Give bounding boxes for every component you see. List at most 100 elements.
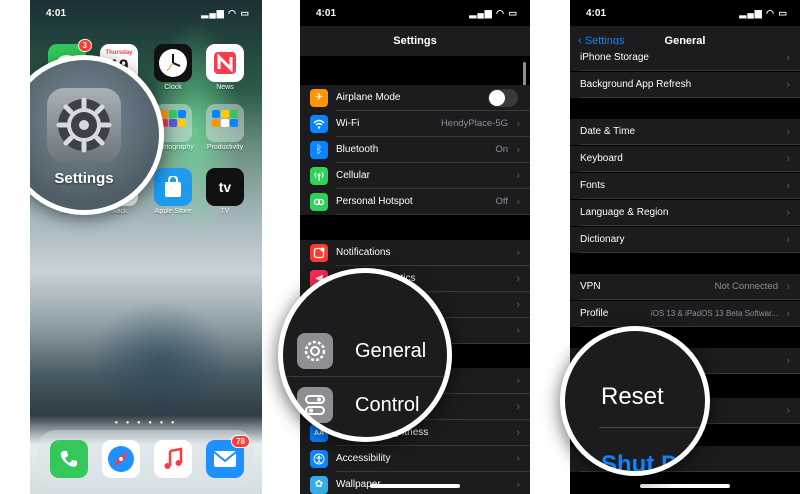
vpn-status-value: Not Connected [714, 281, 778, 292]
general-row-background-app-refresh[interactable]: Background App Refresh › [570, 72, 800, 98]
chevron-right-icon: › [516, 479, 520, 491]
phone-icon [50, 440, 88, 478]
chevron-right-icon: › [786, 180, 790, 192]
chevron-right-icon: › [516, 196, 520, 208]
airplane-icon: ✈ [310, 89, 328, 107]
apple-store-label: Apple Store [154, 208, 192, 215]
row-label: Date & Time [580, 126, 636, 137]
settings-row-notifications[interactable]: Notifications › [300, 240, 530, 266]
chevron-right-icon: › [516, 247, 520, 259]
home-indicator[interactable] [640, 484, 730, 488]
general-row-date-time[interactable]: Date & Time › [570, 119, 800, 145]
chevron-right-icon: › [516, 170, 520, 182]
chevron-right-icon: › [516, 401, 520, 413]
settings-gear-icon [47, 88, 121, 162]
music-note-icon [154, 440, 192, 478]
zoom-label-control: Control [355, 394, 420, 416]
zoom-label-reset: Reset [601, 383, 664, 410]
safari-app[interactable] [102, 440, 140, 478]
general-zoom-callout[interactable]: General Control [278, 268, 452, 442]
zoom-row-control-center[interactable]: Control [283, 379, 447, 431]
chevron-right-icon: › [516, 144, 520, 156]
zoom-label-general: General [355, 340, 427, 362]
river-wallpaper [90, 300, 230, 420]
clock-app[interactable]: Clock [154, 44, 192, 91]
general-row-dictionary[interactable]: Dictionary › [570, 227, 800, 253]
tv-icon: tv [206, 168, 244, 206]
wifi-network-value: HendyPlace-5G [440, 118, 508, 129]
tv-app[interactable]: tv TV [206, 168, 244, 215]
switches-icon [297, 387, 333, 423]
clock-label: Clock [164, 84, 182, 91]
settings-row-personal-hotspot[interactable]: Personal Hotspot Off › [300, 189, 530, 215]
cellular-icon [310, 167, 328, 185]
tv-label: TV [220, 208, 230, 215]
news-label: News [216, 84, 234, 91]
row-label: Wi-Fi [336, 118, 360, 129]
status-bar: 4:01 ▂▄▆ ◠ ▭ [30, 8, 262, 22]
reset-zoom-callout[interactable]: Reset Shut D [560, 326, 710, 476]
chevron-right-icon: › [516, 299, 520, 311]
row-label: Background App Refresh [580, 79, 692, 90]
news-icon [206, 44, 244, 82]
chevron-right-icon: › [786, 52, 790, 64]
row-label: Dictionary [580, 234, 625, 245]
nav-bar: Settings [300, 26, 530, 56]
mail-badge: 78 [231, 435, 250, 448]
status-bar: 4:01 ▂▄▆ ◠ ▭ [300, 8, 530, 22]
general-row-vpn[interactable]: VPN Not Connected › [570, 274, 800, 300]
chevron-right-icon: › [786, 126, 790, 138]
general-row-profile[interactable]: Profile iOS 13 & iPadOS 13 Beta Softwar.… [570, 301, 800, 327]
status-time: 4:01 [586, 8, 607, 19]
general-row-fonts[interactable]: Fonts › [570, 173, 800, 199]
chevron-right-icon: › [786, 308, 790, 320]
settings-zoom-callout[interactable]: Settings [30, 55, 164, 215]
row-label: Accessibility [336, 453, 391, 464]
row-label: iPhone Storage [580, 52, 649, 63]
row-label: Bluetooth [336, 144, 379, 155]
settings-row-bluetooth[interactable]: ᛒ Bluetooth On › [300, 137, 530, 163]
chevron-right-icon: › [786, 79, 790, 91]
wifi-icon [310, 115, 328, 133]
settings-row-wifi[interactable]: Wi-Fi HendyPlace-5G › [300, 111, 530, 137]
tv-glyph: tv [218, 179, 232, 195]
settings-row-accessibility[interactable]: Accessibility › [300, 446, 530, 472]
profile-value: iOS 13 & iPadOS 13 Beta Softwar... [650, 309, 778, 318]
dock: 78 [38, 430, 254, 488]
messages-badge: 3 [77, 39, 92, 52]
flower-icon: ✿ [310, 476, 328, 494]
chevron-right-icon: › [786, 405, 790, 417]
general-row-language-region[interactable]: Language & Region › [570, 200, 800, 226]
general-row-iphone-storage[interactable]: iPhone Storage › [570, 45, 800, 71]
page-dots[interactable]: ● ● ● ● ● ● [30, 420, 262, 426]
music-app[interactable] [154, 440, 192, 478]
settings-row-airplane-mode[interactable]: ✈ Airplane Mode [300, 85, 530, 111]
chevron-right-icon: › [516, 273, 520, 285]
settings-row-cellular[interactable]: Cellular › [300, 163, 530, 189]
apple-store-app[interactable]: Apple Store [154, 168, 192, 215]
airplane-mode-toggle[interactable] [488, 89, 518, 107]
home-indicator[interactable] [370, 484, 460, 488]
chevron-right-icon: › [516, 375, 520, 387]
status-bar: 4:01 ▂▄▆ ◠ ▭ [570, 8, 800, 22]
shopping-bag-icon [154, 168, 192, 206]
general-row-keyboard[interactable]: Keyboard › [570, 146, 800, 172]
zoom-row-general[interactable]: General [283, 325, 447, 377]
chevron-right-icon: › [786, 153, 790, 165]
hotspot-icon [310, 193, 328, 211]
folder-icon [206, 104, 244, 142]
row-label: Notifications [336, 247, 391, 258]
mail-app[interactable]: 78 [206, 435, 250, 478]
row-label: VPN [580, 281, 601, 292]
settings-row-wallpaper[interactable]: ✿ Wallpaper › [300, 472, 530, 494]
page-title: Settings [393, 35, 437, 47]
bluetooth-icon: ᛒ [310, 141, 328, 159]
phone-app[interactable] [50, 440, 88, 478]
news-app[interactable]: News [206, 44, 244, 91]
toggle-knob [489, 90, 505, 106]
chevron-right-icon: › [516, 325, 520, 337]
chevron-right-icon: › [786, 355, 790, 367]
status-indicators: ▂▄▆ ◠ ▭ [739, 8, 788, 18]
productivity-folder[interactable]: Productivity [206, 104, 244, 151]
divider [599, 427, 705, 428]
